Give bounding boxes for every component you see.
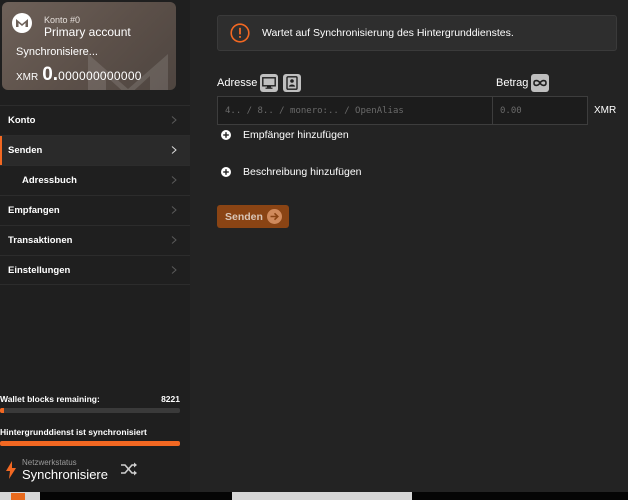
wallet-sync-progress-fill xyxy=(0,408,4,413)
plus-circle-icon xyxy=(221,167,231,177)
address-field[interactable] xyxy=(217,96,493,125)
sidebar-item-label: Empfangen xyxy=(8,205,60,216)
chevron-right-icon xyxy=(170,116,178,124)
chevron-right-icon xyxy=(170,236,178,244)
sidebar-item-label: Konto xyxy=(8,115,36,126)
chevron-right-icon xyxy=(170,146,178,154)
sidebar-item-label: Einstellungen xyxy=(8,264,71,276)
sidebar-item-label: Senden xyxy=(8,145,43,156)
address-label: Adresse xyxy=(217,77,258,89)
balance-fraction: 000000000000 xyxy=(58,69,142,83)
amount-label: Betrag xyxy=(496,77,529,89)
wallet-blocks-remaining: 8221 xyxy=(161,394,180,404)
amount-field[interactable] xyxy=(492,96,588,125)
account-name: Primary account xyxy=(44,25,131,39)
account-sync-status: Synchronisiere... xyxy=(16,46,98,58)
sidebar-nav: Konto Senden Adressbuch Empfangen Transa… xyxy=(0,105,190,285)
add-recipient-label: Empfänger hinzufügen xyxy=(243,129,349,141)
daemon-sync-row: Hintergrunddienst ist synchronisiert xyxy=(0,427,190,437)
monitor-button[interactable] xyxy=(260,74,278,92)
sidebar-item-label: Transaktionen xyxy=(8,235,73,246)
wallet-sync-progress xyxy=(0,408,180,413)
daemon-sync-progress xyxy=(0,441,180,446)
taskbar-item[interactable] xyxy=(232,492,412,500)
infinity-icon xyxy=(533,79,547,87)
amount-currency: XMR xyxy=(594,105,617,116)
balance-integer: 0. xyxy=(42,64,59,85)
main-panel: Wartet auf Synchronisierung des Hintergr… xyxy=(190,0,628,492)
monitor-icon xyxy=(262,77,276,89)
add-recipient-link[interactable]: Empfänger hinzufügen xyxy=(221,129,349,141)
lightning-icon xyxy=(6,461,16,479)
amount-input[interactable] xyxy=(493,97,587,124)
chevron-right-icon xyxy=(170,176,178,184)
address-book-icon xyxy=(286,76,298,90)
alert-text: Wartet auf Synchronisierung des Hintergr… xyxy=(262,27,514,39)
sidebar-item-adressbuch[interactable]: Adressbuch xyxy=(0,165,190,195)
monero-logo-icon xyxy=(12,13,32,33)
account-balance: XMR 0. 000000000000 xyxy=(16,64,142,86)
send-button-label: Senden xyxy=(225,210,263,223)
wallet-sync-label: Wallet blocks remaining: xyxy=(0,394,100,404)
account-number: Konto #0 xyxy=(44,15,81,25)
taskbar-app-icon xyxy=(11,493,25,500)
sidebar-item-label: Adressbuch xyxy=(22,175,77,186)
sidebar: Konto #0 Primary account Synchronisiere.… xyxy=(0,0,190,492)
address-book-button[interactable] xyxy=(283,74,301,92)
daemon-sync-label: Hintergrunddienst ist synchronisiert xyxy=(0,427,147,437)
network-status-value: Synchronisiere xyxy=(22,467,108,482)
sidebar-item-transaktionen[interactable]: Transaktionen xyxy=(0,225,190,255)
send-all-button[interactable] xyxy=(531,74,549,92)
warning-circle-icon xyxy=(230,23,250,43)
arrow-right-circle-icon xyxy=(267,209,282,224)
balance-currency: XMR xyxy=(16,72,39,83)
sidebar-item-senden[interactable]: Senden xyxy=(0,135,190,165)
shuffle-icon[interactable] xyxy=(120,462,138,476)
add-description-label: Beschreibung hinzufügen xyxy=(243,166,362,178)
daemon-sync-progress-fill xyxy=(0,441,180,446)
sync-warning-alert: Wartet auf Synchronisierung des Hintergr… xyxy=(217,15,617,51)
chevron-right-icon xyxy=(170,266,178,274)
sidebar-item-einstellungen[interactable]: Einstellungen xyxy=(0,255,190,285)
network-status-label: Netzwerkstatus xyxy=(22,458,77,467)
sidebar-item-empfangen[interactable]: Empfangen xyxy=(0,195,190,225)
sidebar-item-konto[interactable]: Konto xyxy=(0,105,190,135)
plus-circle-icon xyxy=(221,130,231,140)
taskbar xyxy=(0,492,628,500)
add-description-link[interactable]: Beschreibung hinzufügen xyxy=(221,166,362,178)
chevron-right-icon xyxy=(170,206,178,214)
wallet-sync-row: Wallet blocks remaining: 8221 xyxy=(0,394,190,404)
account-card[interactable]: Konto #0 Primary account Synchronisiere.… xyxy=(2,2,176,90)
send-button[interactable]: Senden xyxy=(217,205,289,228)
address-input[interactable] xyxy=(218,97,492,124)
